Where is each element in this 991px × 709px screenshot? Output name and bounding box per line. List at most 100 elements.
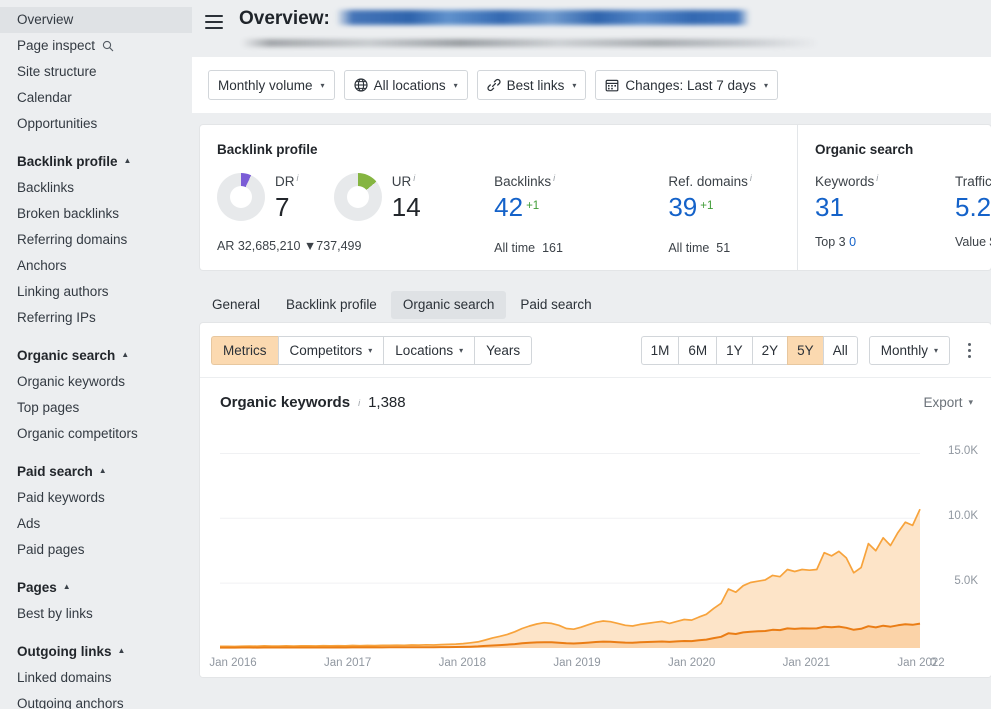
tab-paid-search[interactable]: Paid search: [508, 291, 603, 319]
sidebar-item-label: Backlinks: [17, 180, 75, 195]
range-1m[interactable]: 1M: [640, 335, 679, 365]
sidebar-group-outgoing-links[interactable]: Outgoing links ▲: [0, 639, 192, 665]
hamburger-menu-icon[interactable]: [205, 11, 227, 33]
sidebar-item-outgoing-anchors[interactable]: Outgoing anchors: [0, 691, 192, 709]
sidebar-item-label: Ads: [17, 516, 41, 531]
filter-label: Changes: Last 7 days: [625, 77, 757, 93]
kebab-menu-icon[interactable]: [961, 339, 977, 361]
backlinks-alltime: All time 161: [494, 241, 563, 255]
sidebar-item-page-inspect[interactable]: Page inspect: [0, 33, 192, 59]
tab-organic-search[interactable]: Organic search: [390, 291, 507, 319]
chart-segment-years[interactable]: Years: [474, 335, 533, 365]
organic-metrics-row: Keywords i 31 Top 3 0 Traffic i: [815, 173, 991, 249]
info-icon[interactable]: i: [553, 173, 555, 183]
sidebar-item-linking-authors[interactable]: Linking authors: [0, 279, 192, 305]
export-button[interactable]: Export ▾: [923, 395, 973, 410]
chevron-down-icon: ▾: [968, 397, 973, 407]
domain-rating-value: 7: [275, 192, 290, 222]
sidebar-item-opportunities[interactable]: Opportunities: [0, 111, 192, 137]
organic-keywords-top3-value[interactable]: 0: [849, 235, 856, 249]
sidebar-group-label: Outgoing links: [17, 644, 112, 659]
organic-keywords-value[interactable]: 31: [815, 192, 955, 222]
sidebar-item-site-structure[interactable]: Site structure: [0, 59, 192, 85]
sidebar-item-overview[interactable]: Overview: [0, 7, 192, 33]
sidebar-group-organic-search[interactable]: Organic search ▲: [0, 343, 192, 369]
chart-segment-metrics[interactable]: Metrics: [211, 335, 278, 365]
sidebar-group-paid-search[interactable]: Paid search ▲: [0, 459, 192, 485]
domain-rating-label-wrap: DR i: [275, 173, 299, 189]
sidebar-group-backlink-profile[interactable]: Backlink profile ▲: [0, 149, 192, 175]
organic-traffic-value[interactable]: 5.2K: [955, 192, 991, 222]
sidebar-item-broken-backlinks[interactable]: Broken backlinks: [0, 201, 192, 227]
chart-segment-competitors[interactable]: Competitors ▾: [277, 335, 384, 365]
ahrefs-rank-change: 737,499: [316, 239, 362, 253]
range-all[interactable]: All: [822, 335, 858, 365]
export-label: Export: [923, 395, 963, 410]
sidebar-item-referring-domains[interactable]: Referring domains: [0, 227, 192, 253]
chart-panel: Metrics Competitors ▾ Locations ▾ Years 1M 6M 1…: [200, 323, 991, 677]
chart-plot: 15.0K 10.0K 5.0K Jan 2016 Jan 2017 Jan 2018 Ja…: [200, 428, 991, 677]
info-icon[interactable]: i: [876, 173, 878, 183]
range-5y[interactable]: 5Y: [787, 335, 823, 365]
sidebar-item-ads[interactable]: Ads: [0, 511, 192, 537]
tab-backlink-profile[interactable]: Backlink profile: [274, 291, 389, 319]
sidebar-item-label: Site structure: [17, 64, 97, 79]
metric-organic-keywords: Keywords i 31 Top 3 0: [815, 173, 955, 249]
sidebar-item-best-by-links[interactable]: Best by links: [0, 601, 192, 627]
sidebar-item-label: Referring domains: [17, 232, 128, 247]
granularity-dropdown[interactable]: Monthly ▾: [868, 335, 950, 365]
chart-segment-locations[interactable]: Locations ▾: [383, 335, 475, 365]
range-2y[interactable]: 2Y: [751, 335, 788, 365]
filter-all-locations[interactable]: All locations ▾: [343, 70, 468, 100]
filter-best-links[interactable]: Best links ▾: [476, 70, 587, 100]
sidebar-item-calendar[interactable]: Calendar: [0, 85, 192, 111]
range-6m[interactable]: 6M: [678, 335, 717, 365]
chart-count: 1,388: [368, 394, 406, 411]
url-rating-value: 14: [391, 192, 421, 222]
filter-monthly-volume[interactable]: Monthly volume ▾: [208, 70, 335, 100]
filter-changes-last-7-days[interactable]: Changes: Last 7 days ▾: [595, 70, 779, 100]
sidebar-item-top-pages[interactable]: Top pages: [0, 395, 192, 421]
ahrefs-rank-value[interactable]: 32,685,210: [238, 239, 301, 253]
sidebar-item-organic-keywords[interactable]: Organic keywords: [0, 369, 192, 395]
chart-header-left: Organic keywords i 1,388: [220, 394, 406, 411]
backlink-profile-card: Backlink profile DR i 7 UR i 14 Backlink…: [200, 125, 797, 270]
tab-general[interactable]: General: [200, 291, 272, 319]
sidebar-group-pages[interactable]: Pages ▲: [0, 575, 192, 601]
chart-ytick-label-zero: 0: [930, 657, 937, 669]
globe-icon: [353, 78, 368, 92]
page-title: Overview:: [239, 8, 819, 30]
info-icon[interactable]: i: [750, 173, 752, 183]
filter-bar: Monthly volume ▾ All locations ▾ Best links ▾…: [192, 57, 991, 114]
search-icon[interactable]: [102, 40, 114, 52]
metric-ref-domains: Ref. domains i 39 +1 All time 51: [668, 173, 797, 255]
ref-domains-value-wrap[interactable]: 39 +1: [668, 192, 797, 228]
sidebar-item-linked-domains[interactable]: Linked domains: [0, 665, 192, 691]
granularity-label: Monthly: [880, 342, 928, 358]
backlinks-value-wrap[interactable]: 42 +1: [494, 192, 668, 228]
chart-right-controls: 1M 6M 1Y 2Y 5Y All Monthly ▾: [640, 335, 977, 365]
redacted-target-url: [335, 10, 750, 25]
sidebar-item-referring-ips[interactable]: Referring IPs: [0, 305, 192, 331]
chevron-up-icon: ▲: [62, 582, 71, 591]
sidebar-item-backlinks[interactable]: Backlinks: [0, 175, 192, 201]
info-icon[interactable]: i: [413, 173, 415, 183]
sidebar-item-paid-keywords[interactable]: Paid keywords: [0, 485, 192, 511]
metric-url-rating: UR i 14: [333, 173, 494, 228]
organic-search-card: Organic search Keywords i 31 Top 3 0 Tra…: [797, 125, 991, 270]
filter-label: Best links: [506, 77, 565, 93]
range-1y[interactable]: 1Y: [716, 335, 752, 365]
info-icon[interactable]: i: [297, 173, 299, 183]
sidebar-item-organic-competitors[interactable]: Organic competitors: [0, 421, 192, 447]
sidebar-item-anchors[interactable]: Anchors: [0, 253, 192, 279]
info-icon[interactable]: i: [358, 398, 360, 408]
chart-ytick-label: 10.0K: [947, 510, 978, 523]
chart-segment-label: Competitors: [289, 342, 363, 358]
sidebar-item-label: Outgoing anchors: [17, 696, 124, 709]
organic-traffic-label: Traffic: [955, 174, 991, 189]
sidebar-item-paid-pages[interactable]: Paid pages: [0, 537, 192, 563]
calendar-icon: [605, 78, 619, 92]
